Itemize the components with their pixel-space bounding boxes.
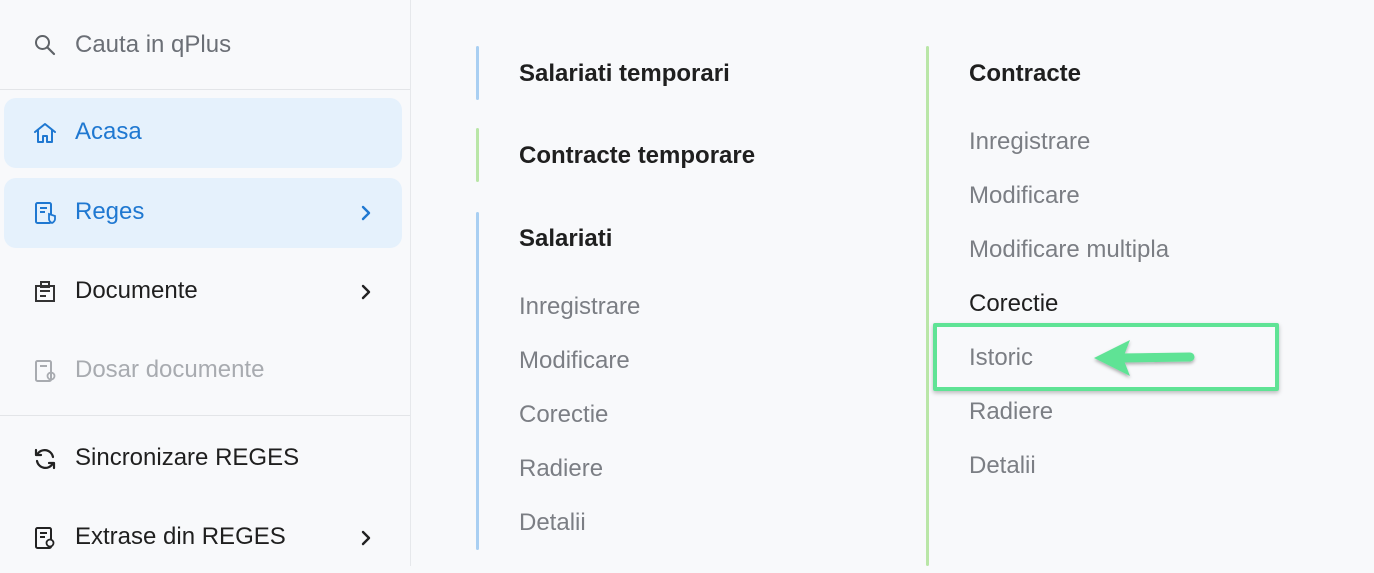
sidebar-item-label: Documente: [75, 277, 198, 304]
dossier-icon: [35, 360, 56, 382]
section-title-salariati: Salariati: [519, 225, 613, 252]
sidebar-item-documente[interactable]: Documente: [4, 257, 402, 327]
section-accent-bar: [926, 46, 929, 566]
section-title-contracte-temporare[interactable]: Contracte temporare: [519, 142, 755, 170]
sidebar-item-label: Reges: [75, 198, 145, 225]
sidebar-item-label: Sincronizare REGES: [75, 444, 300, 471]
section-title-contracte: Contracte: [969, 60, 1082, 87]
chevron-right-icon: [361, 284, 371, 300]
sync-icon: [34, 448, 56, 470]
sidebar-item-label: Extrase din REGES: [75, 523, 286, 550]
search-icon: [35, 35, 56, 56]
search-input[interactable]: [75, 28, 375, 62]
chevron-right-icon: [361, 530, 371, 546]
section-accent-bar: [476, 212, 479, 550]
sidebar-item-sincronizare-reges[interactable]: Sincronizare REGES: [4, 424, 402, 494]
chevron-right-icon: [361, 205, 371, 221]
menu-link-contracte-inregistrare[interactable]: Inregistrare: [969, 128, 1090, 156]
home-icon: [34, 123, 56, 143]
sidebar: Acasa Reges Documente Dosa: [0, 0, 411, 566]
sidebar-item-reges[interactable]: Reges: [4, 178, 402, 248]
menu-link-salariati-inregistrare[interactable]: Inregistrare: [519, 293, 640, 321]
sidebar-item-acasa[interactable]: Acasa: [4, 98, 402, 168]
reges-document-icon: [35, 202, 56, 225]
menu-link-contracte-radiere[interactable]: Radiere: [969, 398, 1053, 426]
section-accent-bar: [476, 128, 479, 182]
sidebar-item-dosar-documente: Dosar documente: [4, 336, 402, 406]
menu-link-salariati-corectie[interactable]: Corectie: [519, 401, 608, 429]
section-title-salariati-temporari[interactable]: Salariati temporari: [519, 60, 730, 88]
sidebar-item-extrase-din-reges[interactable]: Extrase din REGES: [4, 503, 402, 573]
sidebar-item-label: Acasa: [75, 118, 142, 145]
extract-icon: [35, 527, 55, 549]
sidebar-divider: [0, 415, 410, 416]
menu-link-contracte-modificare[interactable]: Modificare: [969, 182, 1080, 210]
menu-link-salariati-radiere[interactable]: Radiere: [519, 455, 603, 483]
menu-link-salariati-modificare[interactable]: Modificare: [519, 347, 630, 375]
annotation-arrow-icon: [1094, 340, 1195, 376]
menu-link-contracte-detalii[interactable]: Detalii: [969, 452, 1036, 480]
search-bar: [0, 0, 410, 90]
menu-link-contracte-modificare-multipla[interactable]: Modificare multipla: [969, 236, 1169, 264]
documents-icon: [35, 281, 55, 302]
sidebar-item-label: Dosar documente: [75, 356, 265, 383]
section-accent-bar: [476, 46, 479, 100]
menu-link-contracte-corectie[interactable]: Corectie: [969, 290, 1058, 318]
menu-link-salariati-detalii[interactable]: Detalii: [519, 509, 586, 537]
